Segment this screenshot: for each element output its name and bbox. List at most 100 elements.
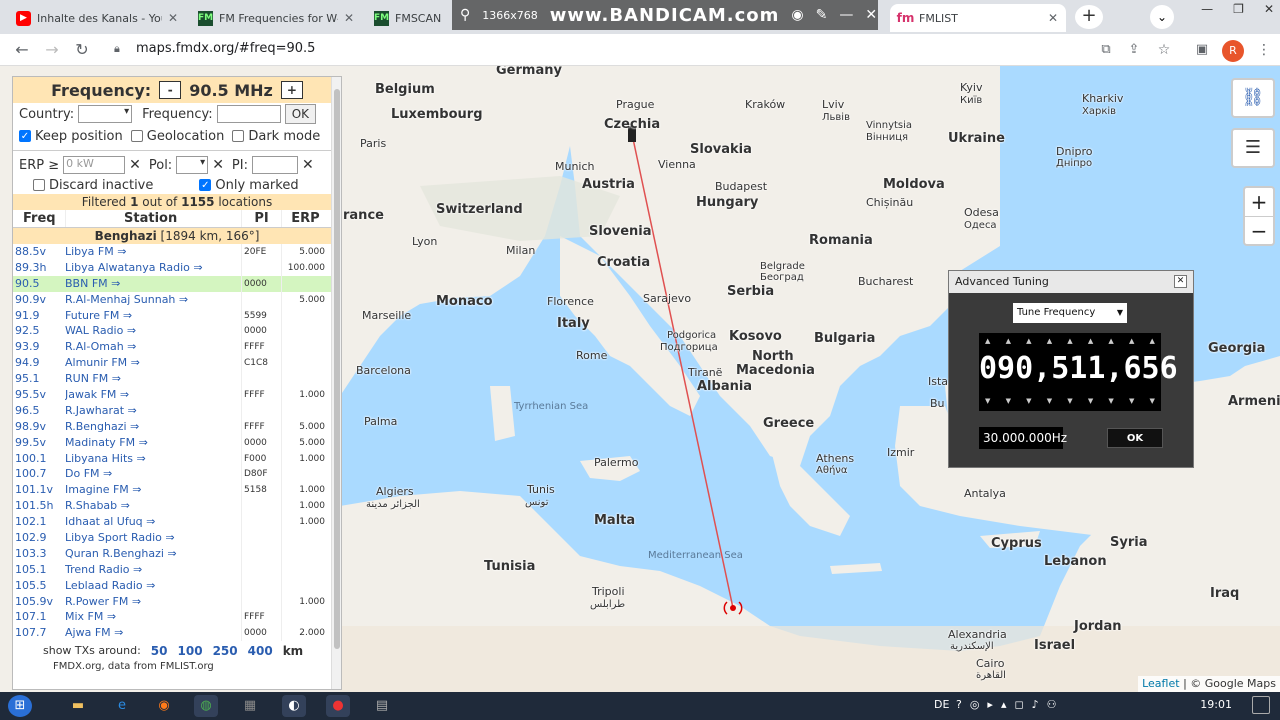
star-icon[interactable]: ☆ [1152, 39, 1176, 61]
table-row[interactable]: 91.9 Future FM ⇒ 5599 [13, 307, 341, 324]
table-row[interactable]: 101.5h R.Shabab ⇒ 1.000 [13, 498, 341, 515]
only-marked-checkbox[interactable]: ✓ [199, 179, 212, 191]
bandicam-icon[interactable]: ● [326, 695, 350, 717]
station-name[interactable]: Mix FM ⇒ [65, 609, 241, 625]
start-icon[interactable]: ⊞ [8, 695, 32, 717]
table-row[interactable]: 102.1 Idhaat al Ufuq ⇒ 1.000 [13, 514, 341, 531]
tab-youtube[interactable]: ▶ Inhalte des Kanals - YouTube ✕ [8, 4, 186, 32]
erp-input[interactable]: 0 kW [63, 156, 126, 174]
close-icon[interactable]: ✕ [344, 11, 354, 25]
clear-erp-icon[interactable]: ✕ [129, 157, 141, 173]
distance-50-link[interactable]: 50 [151, 641, 168, 661]
menu-icon[interactable]: ⋮ [1252, 39, 1276, 61]
station-name[interactable]: Libyana Hits ⇒ [65, 451, 241, 467]
station-name[interactable]: Future FM ⇒ [65, 308, 241, 324]
keep-position-checkbox[interactable]: ✓ [19, 130, 31, 142]
clear-pi-icon[interactable]: ✕ [302, 157, 314, 173]
distance-400-link[interactable]: 400 [248, 641, 273, 661]
country-select[interactable]: ▾ [78, 105, 133, 123]
col-station[interactable]: Station [65, 210, 241, 227]
station-name[interactable]: Libya Alwatanya Radio ⇒ [65, 260, 241, 276]
table-row[interactable]: 90.9v R.Al-Menhaj Sunnah ⇒ 5.000 [13, 291, 341, 308]
station-name[interactable]: R.Al-Menhaj Sunnah ⇒ [65, 292, 241, 308]
maximize-icon[interactable]: ❐ [1233, 2, 1244, 16]
station-name[interactable]: R.Jawharat ⇒ [65, 403, 241, 419]
explorer-icon[interactable]: ▬ [66, 695, 90, 717]
station-name[interactable]: R.Shabab ⇒ [65, 498, 241, 514]
col-pi[interactable]: PI [241, 210, 281, 227]
recorder-icon[interactable]: ◐ [282, 695, 306, 717]
frequency-plus-button[interactable]: + [280, 81, 303, 99]
tab-fmlist[interactable]: fm FMLIST ✕ [890, 4, 1066, 32]
panel-scrollbar[interactable] [331, 77, 341, 689]
firefox-icon[interactable]: ◉ [152, 695, 176, 717]
distance-250-link[interactable]: 250 [213, 641, 238, 661]
table-row[interactable]: 98.9v R.Benghazi ⇒ FFFF 5.000 [13, 418, 341, 435]
table-row[interactable]: 90.5 BBN FM ⇒ 0000 [13, 275, 341, 292]
col-erp[interactable]: ERP [281, 210, 329, 227]
close-window-icon[interactable]: ✕ [1264, 2, 1274, 16]
avatar[interactable]: R [1222, 40, 1244, 62]
station-name[interactable]: Trend Radio ⇒ [65, 562, 241, 578]
tab-fm-frequencies[interactable]: FM FM Frequencies for W4 ✕ [190, 4, 362, 32]
scrollbar-thumb[interactable] [334, 89, 340, 649]
language-indicator[interactable]: DE [934, 698, 949, 711]
station-name[interactable]: RUN FM ⇒ [65, 371, 241, 387]
translate-icon[interactable]: ⧉ [1094, 39, 1118, 61]
digit-up-arrows[interactable]: ▲ ▲ ▲ ▲ ▲ ▲ ▲ ▲ ▲ [985, 337, 1155, 345]
table-row[interactable]: 94.9 Almunir FM ⇒ C1C8 [13, 355, 341, 372]
discard-inactive-checkbox[interactable] [33, 179, 45, 191]
clock[interactable]: 19:01 [1200, 698, 1232, 711]
table-row[interactable]: 107.7 Ajwa FM ⇒ 0000 2.000 [13, 625, 341, 642]
tray-icons[interactable]: ?◎▸▴◻♪⚇ [956, 698, 1065, 711]
ok-button[interactable]: OK [284, 104, 317, 124]
station-name[interactable]: R.Al-Omah ⇒ [65, 339, 241, 355]
station-name[interactable]: Idhaat al Ufuq ⇒ [65, 514, 241, 530]
station-name[interactable]: Quran R.Benghazi ⇒ [65, 546, 241, 562]
station-name[interactable]: Libya FM ⇒ [65, 244, 241, 260]
digit-down-arrows[interactable]: ▼ ▼ ▼ ▼ ▼ ▼ ▼ ▼ ▼ [985, 397, 1155, 405]
station-name[interactable]: WAL Radio ⇒ [65, 323, 241, 339]
close-icon[interactable]: ✕ [1048, 11, 1058, 25]
geolocation-checkbox[interactable] [130, 130, 143, 142]
edge-icon[interactable]: e [110, 695, 134, 717]
station-name[interactable]: Madinaty FM ⇒ [65, 435, 241, 451]
table-row[interactable]: 93.9 R.Al-Omah ⇒ FFFF [13, 339, 341, 356]
minimize-icon[interactable]: — [1201, 2, 1213, 16]
chrome-icon[interactable]: ◍ [194, 695, 218, 717]
distance-100-link[interactable]: 100 [178, 641, 203, 661]
table-row[interactable]: 99.5v Madinaty FM ⇒ 0000 5.000 [13, 434, 341, 451]
table-row[interactable]: 100.1 Libyana Hits ⇒ F000 1.000 [13, 450, 341, 467]
table-row[interactable]: 105.1 Trend Radio ⇒ [13, 561, 341, 578]
table-row[interactable]: 100.7 Do FM ⇒ D80F [13, 466, 341, 483]
station-name[interactable]: Jawak FM ⇒ [65, 387, 241, 403]
table-row[interactable]: 102.9 Libya Sport Radio ⇒ [13, 530, 341, 546]
notification-icon[interactable] [1252, 696, 1270, 714]
table-row[interactable]: 101.1v Imagine FM ⇒ 5158 1.000 [13, 482, 341, 499]
leaflet-link[interactable]: Leaflet [1142, 677, 1179, 690]
tuning-ok-button[interactable]: OK [1107, 428, 1163, 448]
forward-icon[interactable]: → [40, 39, 64, 61]
frequency-minus-button[interactable]: - [159, 81, 182, 99]
col-freq[interactable]: Freq [13, 210, 65, 227]
pi-input[interactable] [251, 156, 298, 174]
layers-icon[interactable]: ☰ [1231, 128, 1275, 168]
new-tab-button[interactable]: + [1075, 5, 1103, 29]
table-row[interactable]: 95.5v Jawak FM ⇒ FFFF 1.000 [13, 387, 341, 403]
station-name[interactable]: BBN FM ⇒ [65, 276, 241, 292]
tune-mode-select[interactable]: Tune Frequency ▼ [1013, 303, 1127, 323]
table-row[interactable]: 105.5 Leblaad Radio ⇒ [13, 577, 341, 594]
table-row[interactable]: 95.1 RUN FM ⇒ [13, 371, 341, 388]
table-row[interactable]: 103.3 Quran R.Benghazi ⇒ [13, 545, 341, 562]
station-name[interactable]: Libya Sport Radio ⇒ [65, 530, 241, 546]
frequency-input[interactable] [216, 105, 281, 123]
address-bar[interactable]: 🔒︎ maps.fmdx.org/#freq=90.5 [104, 38, 1084, 60]
app-icon[interactable]: ▦ [238, 695, 262, 717]
pol-select[interactable]: ▾ [176, 156, 209, 174]
step-input[interactable]: 30.000.000Hz [979, 427, 1067, 449]
zoom-out-button[interactable]: − [1245, 216, 1273, 244]
tab-search-button[interactable]: ⌄ [1150, 5, 1174, 29]
table-row[interactable]: 92.5 WAL Radio ⇒ 0000 [13, 323, 341, 340]
sidebar-icon[interactable]: ▣ [1190, 39, 1214, 61]
table-row[interactable]: 107.1 Mix FM ⇒ FFFF [13, 609, 341, 626]
